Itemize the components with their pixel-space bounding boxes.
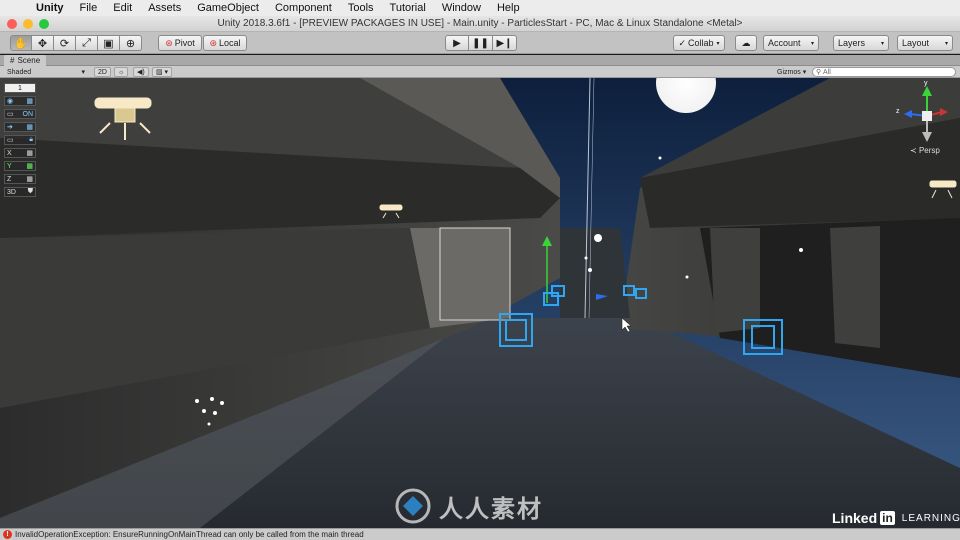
rotate-tool-icon[interactable]: ⟳: [54, 35, 76, 51]
menu-assets[interactable]: Assets: [140, 2, 189, 14]
snap-icon: ▭: [7, 111, 14, 118]
search-icon: ⚲: [816, 69, 822, 76]
scene-search-input[interactable]: ⚲ All: [812, 67, 956, 77]
box-icon: ▭: [7, 137, 14, 144]
cloud-button[interactable]: ☁: [735, 35, 757, 51]
gizmos-dropdown[interactable]: Gizmos ▾: [774, 67, 809, 77]
visibility-toggle[interactable]: ◉ ▦: [4, 96, 36, 106]
projection-label[interactable]: ≺ Persp: [910, 146, 940, 155]
layout-dropdown[interactable]: Layout ▾: [897, 35, 953, 51]
local-icon: ⊛: [209, 37, 218, 48]
console-status-bar[interactable]: ! InvalidOperationException: EnsureRunni…: [0, 528, 960, 540]
mac-menu-bar: Unity File Edit Assets GameObject Compon…: [0, 0, 960, 16]
hand-tool-icon[interactable]: ✋: [10, 35, 32, 51]
arrow-right-icon: ➔: [7, 124, 13, 131]
grid-icon: ▦: [26, 124, 33, 131]
account-dropdown[interactable]: Account ▾: [763, 35, 819, 51]
2d-toggle[interactable]: 2D: [94, 67, 111, 77]
cloud-icon: ☁: [741, 37, 751, 48]
pivot-toggle[interactable]: ⊛ Pivot: [158, 35, 202, 51]
axis-x-toggle[interactable]: X ▦: [4, 148, 36, 158]
scene-viewport[interactable]: 1 ◉ ▦ ▭ ON ➔ ▦ ▭ 🔒︎ X ▦ Y ▦ Z ▦ 3D ⛊ y z…: [0, 78, 960, 528]
play-button[interactable]: ▶: [445, 35, 469, 51]
step-button[interactable]: ▶❙: [493, 35, 517, 51]
main-toolbar: ✋ ✥ ⟳ ⤢ ▣ ⊕ ⊛ Pivot ⊛ Local ▶ ❚❚ ▶❙ ✓ Co…: [0, 32, 960, 54]
linkedin-learning-logo: Linked in LEARNING: [832, 510, 960, 526]
chevron-down-icon: ▾: [944, 40, 948, 47]
window-title-bar: Unity 2018.3.6f1 - [PREVIEW PACKAGES IN …: [0, 16, 960, 32]
chevron-down-icon: ▾: [810, 40, 814, 47]
collab-check-icon: ✓: [678, 37, 686, 48]
lock-icon: 🔒︎: [29, 136, 33, 143]
tab-scene[interactable]: # Scene: [4, 55, 47, 66]
menu-tools[interactable]: Tools: [340, 2, 382, 14]
collab-dropdown[interactable]: ✓ Collab ▾: [673, 35, 725, 51]
grid-icon: ▦: [26, 98, 33, 105]
menu-unity[interactable]: Unity: [28, 2, 72, 14]
local-toggle[interactable]: ⊛ Local: [203, 35, 247, 51]
grid-icon: ▦: [26, 150, 33, 157]
move-tool-icon[interactable]: ✥: [32, 35, 54, 51]
gizmo-z-label: z: [896, 108, 900, 115]
eye-icon: ◉: [7, 98, 14, 105]
pivot-icon: ⊛: [165, 37, 173, 48]
lock-toggle[interactable]: ▭ 🔒︎: [4, 135, 36, 145]
chevron-down-icon: ▾: [81, 69, 85, 76]
menu-edit[interactable]: Edit: [105, 2, 140, 14]
watermark-logo: 人人素材: [395, 488, 585, 524]
watermark-emblem-icon: [395, 488, 431, 524]
chevron-down-icon: ▾: [880, 40, 884, 47]
scale-tool-icon[interactable]: ⤢: [76, 35, 98, 51]
gizmo-y-label: y: [924, 80, 928, 87]
orient-toggle[interactable]: ➔ ▦: [4, 122, 36, 132]
chevron-down-icon: ▾: [716, 40, 720, 47]
scene-tab-icon: #: [10, 56, 15, 65]
orientation-gizmo[interactable]: y z ≺ Persp: [896, 80, 952, 155]
shield-icon: ⛊: [27, 188, 33, 195]
scene-tab-strip: # Scene: [0, 55, 960, 66]
persp-arrow-icon: ≺: [910, 146, 917, 155]
effects-dropdown[interactable]: ▨ ▾: [152, 67, 173, 77]
axis-gizmo-icon: [904, 86, 948, 142]
selection-count: 1: [4, 83, 36, 93]
shading-mode-dropdown[interactable]: Shaded ▾: [4, 67, 88, 77]
3d-toggle[interactable]: 3D ⛊: [4, 187, 36, 197]
grid-icon: ▦: [26, 163, 33, 170]
menu-window[interactable]: Window: [434, 2, 489, 14]
axis-z-toggle[interactable]: Z ▦: [4, 174, 36, 184]
pause-button[interactable]: ❚❚: [469, 35, 493, 51]
status-message: InvalidOperationException: EnsureRunning…: [15, 530, 364, 539]
rect-tool-icon[interactable]: ▣: [98, 35, 120, 51]
sun-icon: ☼: [118, 68, 125, 76]
playback-controls: ▶ ❚❚ ▶❙: [445, 35, 517, 51]
window-title: Unity 2018.3.6f1 - [PREVIEW PACKAGES IN …: [217, 18, 743, 29]
snap-toggle[interactable]: ▭ ON: [4, 109, 36, 119]
axis-y-toggle[interactable]: Y ▦: [4, 161, 36, 171]
watermark-text: 人人素材: [439, 495, 543, 523]
scene-render: [0, 78, 960, 528]
menu-gameobject[interactable]: GameObject: [189, 2, 267, 14]
scene-toolbar: Shaded ▾ 2D ☼ ◀) ▨ ▾ Gizmos ▾ ⚲ All: [0, 66, 960, 78]
transform-tools: ✋ ✥ ⟳ ⤢ ▣ ⊕: [10, 35, 142, 51]
scene-overlay-panel: 1 ◉ ▦ ▭ ON ➔ ▦ ▭ 🔒︎ X ▦ Y ▦ Z ▦ 3D ⛊: [4, 83, 38, 200]
error-icon: !: [3, 530, 12, 539]
lighting-toggle[interactable]: ☼: [114, 67, 129, 77]
grid-icon: ▦: [26, 176, 33, 183]
menu-tutorial[interactable]: Tutorial: [382, 2, 434, 14]
menu-help[interactable]: Help: [489, 2, 528, 14]
speaker-icon: ◀): [137, 69, 145, 76]
image-icon: ▨ ▾: [156, 69, 169, 76]
audio-toggle[interactable]: ◀): [133, 67, 149, 77]
layers-dropdown[interactable]: Layers ▾: [833, 35, 889, 51]
transform-tool-icon[interactable]: ⊕: [120, 35, 142, 51]
menu-component[interactable]: Component: [267, 2, 340, 14]
menu-file[interactable]: File: [72, 2, 106, 14]
chevron-down-icon: ▾: [802, 69, 807, 76]
